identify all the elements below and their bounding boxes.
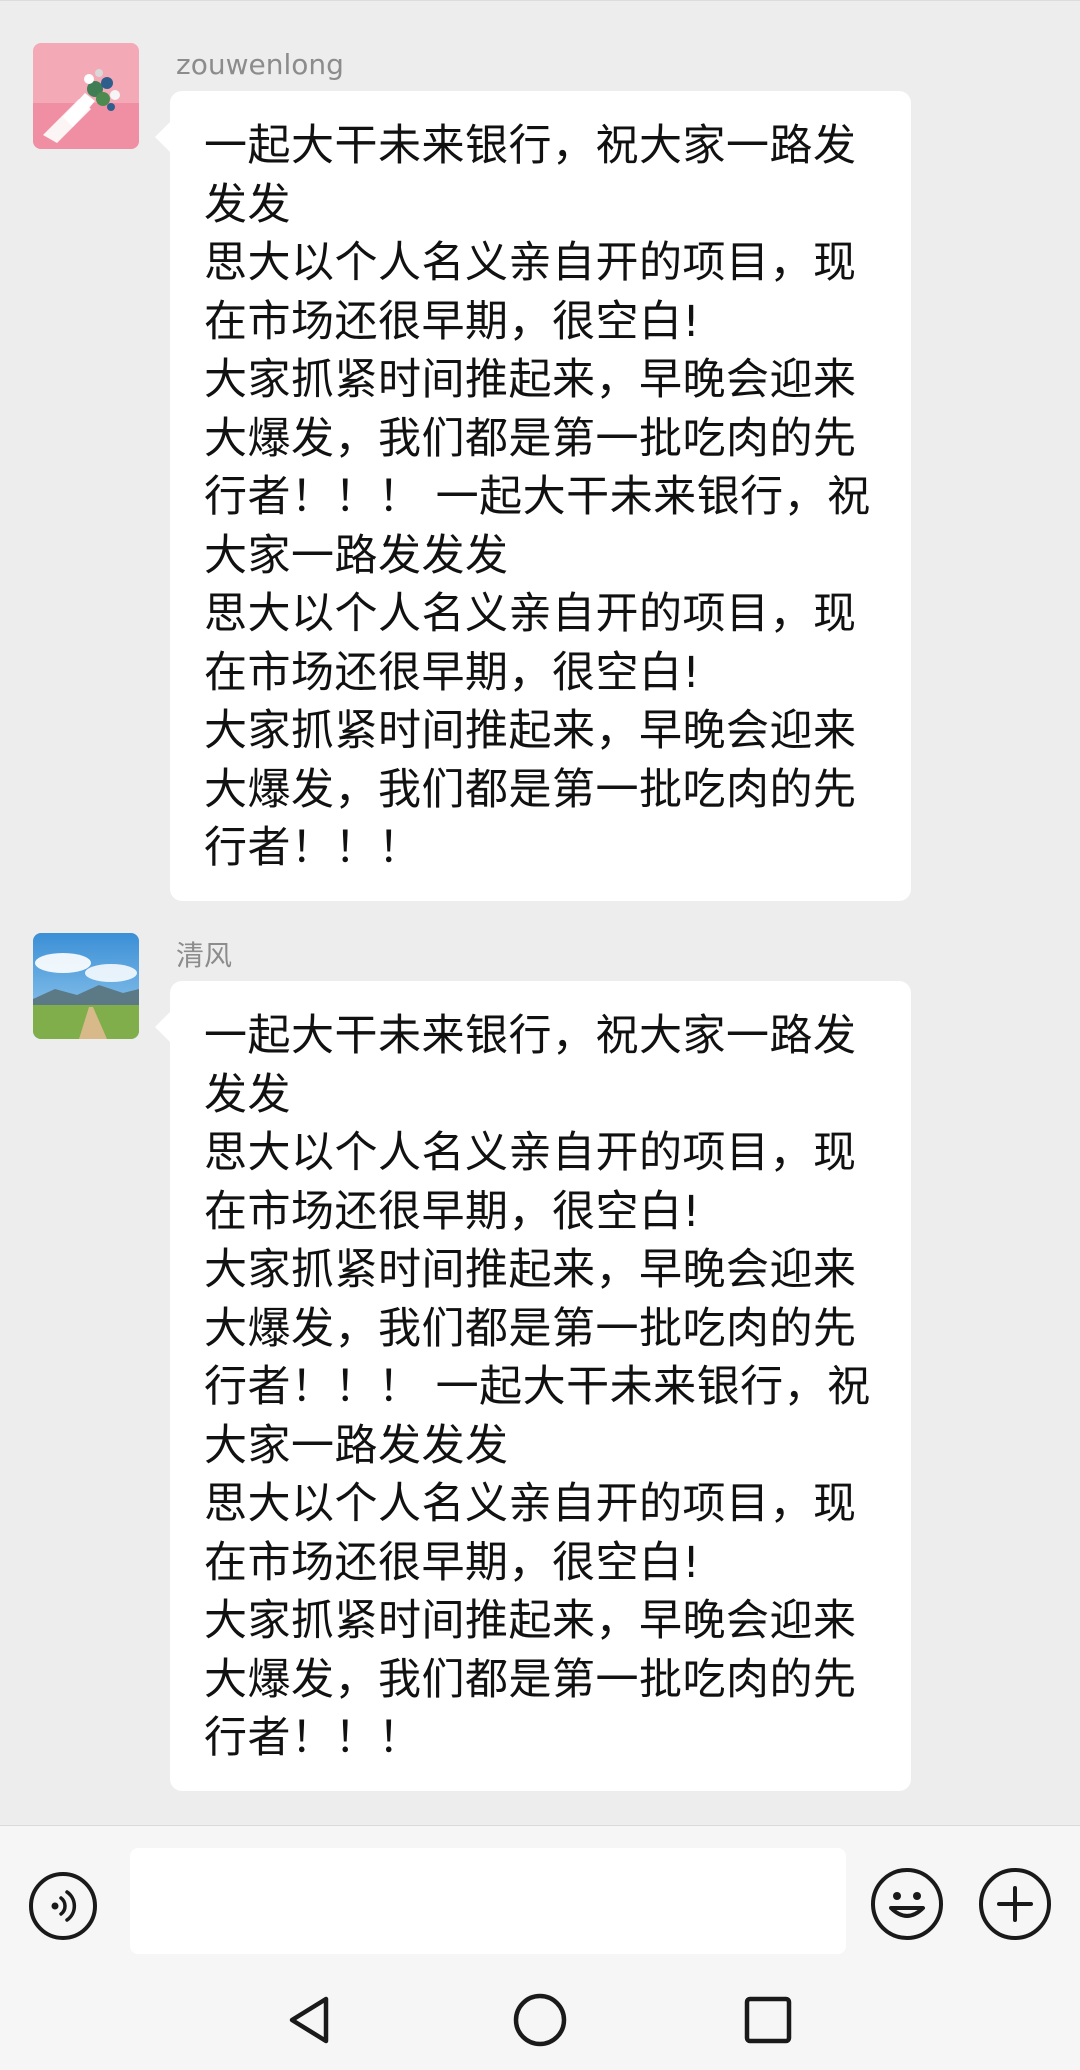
plus-icon[interactable] — [979, 1868, 1051, 1940]
landscape-avatar[interactable] — [33, 933, 139, 1039]
emoji-icon[interactable] — [871, 1868, 943, 1940]
chat-input-bar — [0, 1825, 1080, 1971]
home-circle-icon[interactable] — [505, 1985, 575, 2055]
recents-square-icon[interactable] — [733, 1985, 803, 2055]
message-bubble[interactable]: 一起大干未来银行，祝大家一路发发发 思大以个人名义亲自开的项目，现在市场还很早期… — [155, 91, 911, 901]
system-navigation-bar — [0, 1970, 1080, 2070]
message-text: 一起大干未来银行，祝大家一路发发发 思大以个人名义亲自开的项目，现在市场还很早期… — [204, 121, 871, 873]
sender-name: 清风 — [176, 939, 233, 972]
message-text: 一起大干未来银行，祝大家一路发发发 思大以个人名义亲自开的项目，现在市场还很早期… — [204, 1011, 871, 1763]
back-triangle-icon[interactable] — [276, 1985, 346, 2055]
message-input[interactable] — [130, 1848, 846, 1954]
sender-name: zouwenlong — [176, 48, 344, 81]
chat-area[interactable]: zouwenlong 一起大干未来银行，祝大家一路发发发 思大以个人名义亲自开的… — [0, 0, 1080, 1826]
message-bubble[interactable]: 一起大干未来银行，祝大家一路发发发 思大以个人名义亲自开的项目，现在市场还很早期… — [155, 981, 911, 1791]
voice-icon[interactable] — [29, 1872, 97, 1940]
flower-bouquet-avatar[interactable] — [33, 43, 139, 149]
